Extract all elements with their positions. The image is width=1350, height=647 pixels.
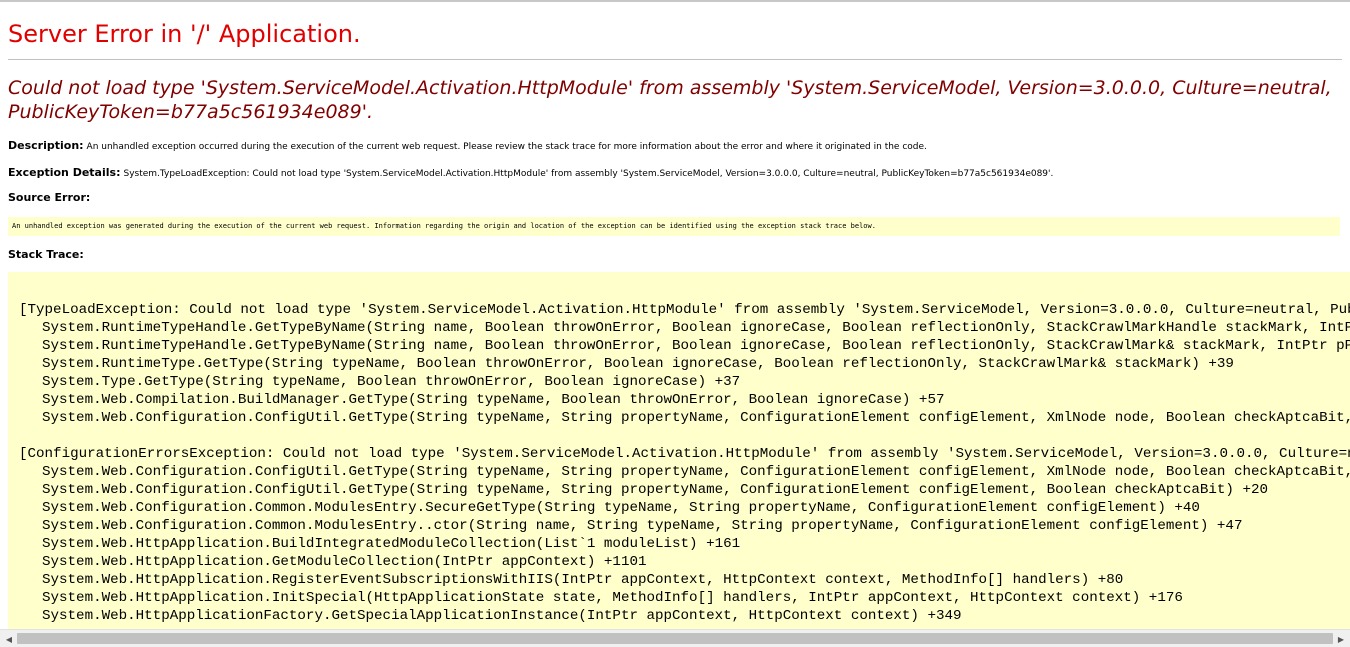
description-text: An unhandled exception occurred during t… [86,142,927,152]
title-divider [8,59,1342,60]
stack-trace-line: System.Web.HttpApplication.GetModuleColl… [42,554,647,570]
description-row: Description: An unhandled exception occur… [8,139,927,152]
stack-trace-label: Stack Trace: [8,248,84,261]
stack-trace-line: System.Web.Configuration.ConfigUtil.GetT… [42,410,1350,426]
stack-trace-line: System.Web.HttpApplication.InitSpecial(H… [42,590,1183,606]
stack-trace-lines: [TypeLoadException: Could not load type … [19,301,1350,625]
stack-trace-row: Stack Trace: [8,248,84,261]
exception-details-text: System.TypeLoadException: Could not load… [123,169,1054,179]
page-title: Server Error in '/' Application. [8,20,361,48]
stack-trace-line: System.Web.HttpApplication.RegisterEvent… [42,572,1124,588]
source-error-text: An unhandled exception was generated dur… [12,222,876,230]
description-label: Description: [8,139,84,152]
stack-trace-line: System.Web.Configuration.ConfigUtil.GetT… [42,482,1268,498]
exception-details-label: Exception Details: [8,166,121,179]
stack-trace-line: System.Web.Configuration.Common.ModulesE… [42,518,1243,534]
source-error-label: Source Error: [8,191,91,204]
horizontal-scrollbar[interactable]: ◀ ▶ [0,629,1350,647]
stack-trace-blank-line [19,427,1350,445]
stack-trace-line: [TypeLoadException: Could not load type … [19,302,1350,318]
stack-trace-line: System.Web.Configuration.ConfigUtil.GetT… [42,464,1350,480]
scroll-right-arrow-icon[interactable]: ▶ [1334,633,1348,645]
scroll-left-arrow-icon[interactable]: ◀ [2,633,16,645]
error-page: Server Error in '/' Application. Could n… [0,2,1350,630]
source-error-row: Source Error: [8,191,90,204]
stack-trace-line: System.RuntimeType.GetType(String typeNa… [42,356,1234,372]
stack-trace-line: System.Web.Configuration.Common.ModulesE… [42,500,1200,516]
scrollbar-thumb[interactable] [17,633,1333,644]
stack-trace-line: System.Type.GetType(String typeName, Boo… [42,374,741,390]
error-message: Could not load type 'System.ServiceModel… [8,77,1332,123]
stack-trace-line: System.RuntimeTypeHandle.GetTypeByName(S… [42,320,1350,336]
stack-trace-line: System.RuntimeTypeHandle.GetTypeByName(S… [42,338,1350,354]
stack-trace-line: System.Web.HttpApplicationFactory.GetSpe… [42,608,962,624]
exception-details-row: Exception Details: System.TypeLoadExcepti… [8,166,1053,179]
stack-trace-line: System.Web.Compilation.BuildManager.GetT… [42,392,945,408]
stack-trace-box[interactable]: [TypeLoadException: Could not load type … [8,272,1350,630]
stack-trace-line: [ConfigurationErrorsException: Could not… [19,446,1350,462]
stack-trace-line: System.Web.HttpApplication.BuildIntegrat… [42,536,741,552]
source-error-box: An unhandled exception was generated dur… [8,217,1340,236]
